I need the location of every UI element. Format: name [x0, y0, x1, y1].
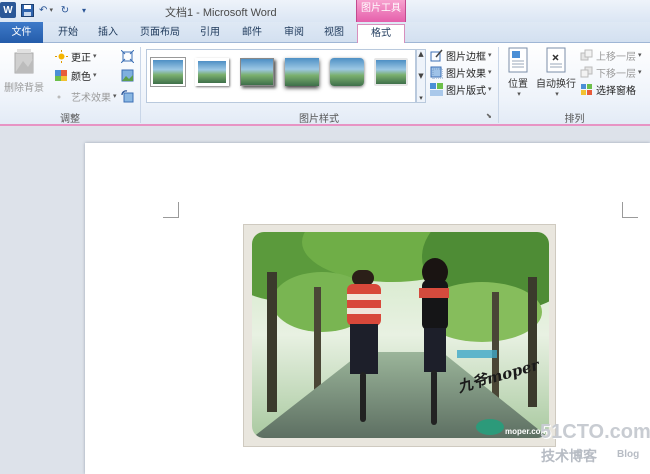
- picture-border-button[interactable]: 图片边框 ▾: [430, 47, 492, 63]
- word-app-icon[interactable]: W: [0, 2, 16, 18]
- tab-page-layout[interactable]: 页面布局: [136, 24, 184, 43]
- picture-tools-header: 图片工具: [356, 0, 406, 22]
- picture-border-label: 图片边框: [446, 51, 486, 63]
- scroll-up-icon[interactable]: ▲: [418, 50, 423, 58]
- picture-effects-button[interactable]: 图片效果 ▾: [430, 64, 492, 80]
- picture-effects-icon: [430, 66, 444, 79]
- chevron-down-icon: ▾: [93, 71, 97, 79]
- style-thumb-bevel[interactable]: [374, 58, 408, 86]
- window-title: 文档1 - Microsoft Word: [165, 7, 277, 19]
- tab-format[interactable]: 格式: [357, 24, 405, 44]
- tab-insert[interactable]: 插入: [92, 24, 124, 43]
- style-thumb-soft-shadow[interactable]: [285, 58, 319, 86]
- remove-background-button[interactable]: 删除背景: [2, 47, 46, 94]
- couple-cycling-photo: [252, 232, 549, 438]
- quick-access-toolbar: W ↶ ▾ ↻ ▾: [0, 1, 95, 19]
- picture-styles-gallery[interactable]: [146, 49, 416, 103]
- sun-icon: [55, 49, 68, 63]
- reset-picture-icon: [121, 89, 134, 103]
- wrap-text-icon: [545, 47, 567, 73]
- style-thumb-drop-shadow[interactable]: [240, 58, 274, 86]
- bring-forward-icon: [580, 49, 593, 62]
- style-thumb-white-frame[interactable]: [195, 58, 229, 86]
- selection-pane-button[interactable]: 选择窗格: [580, 81, 636, 97]
- send-backward-icon: [580, 66, 593, 79]
- chevron-down-icon: ▾: [488, 85, 492, 93]
- margin-corner-top-right: [622, 202, 638, 218]
- chevron-down-icon: ▾: [93, 52, 97, 60]
- change-picture-button[interactable]: [121, 67, 137, 83]
- picture-layout-label: 图片版式: [446, 85, 486, 97]
- artistic-effects-label: 艺术效果: [71, 92, 111, 104]
- position-button[interactable]: 位置 ▾: [503, 47, 533, 98]
- compress-icon: [120, 49, 135, 63]
- watermark-tech-blog: 技术博客: [541, 449, 597, 465]
- chevron-down-icon: ▾: [517, 90, 521, 98]
- gallery-more-icon[interactable]: ▾: [419, 94, 423, 102]
- tab-file[interactable]: 文件: [0, 22, 43, 43]
- color-label: 颜色: [71, 71, 91, 83]
- chevron-down-icon: ▾: [555, 90, 559, 98]
- dialog-launcher-icon[interactable]: ⬊: [486, 112, 492, 120]
- position-label: 位置: [508, 79, 528, 90]
- customize-qat-icon[interactable]: ▾: [76, 2, 92, 18]
- tab-view[interactable]: 视图: [318, 24, 350, 43]
- tab-home[interactable]: 开始: [52, 24, 84, 43]
- selection-pane-label: 选择窗格: [596, 85, 636, 97]
- style-thumb-simple-frame[interactable]: [151, 58, 185, 86]
- chevron-down-icon: ▾: [638, 51, 642, 59]
- wrap-text-label: 自动换行: [536, 79, 576, 90]
- bring-forward-label: 上移一层: [596, 51, 636, 63]
- color-button[interactable]: 颜色 ▾: [55, 67, 97, 83]
- chevron-down-icon: ▾: [488, 51, 492, 59]
- corrections-button[interactable]: 更正 ▾: [55, 48, 97, 64]
- chevron-down-icon: ▾: [638, 68, 642, 76]
- gallery-scroll[interactable]: ▲ ▼ ▾: [416, 49, 426, 103]
- compress-pictures-button[interactable]: [120, 48, 137, 64]
- send-backward-label: 下移一层: [596, 68, 636, 80]
- picture-layout-icon: [430, 82, 443, 96]
- arrange-group-label: 排列: [564, 114, 585, 125]
- redo-icon[interactable]: ↻: [57, 2, 73, 18]
- chevron-down-icon: ▾: [113, 92, 117, 100]
- undo-icon[interactable]: ↶ ▾: [38, 2, 54, 18]
- tab-references[interactable]: 引用: [194, 24, 226, 43]
- style-thumb-rounded[interactable]: [330, 58, 364, 86]
- tab-review[interactable]: 审阅: [278, 24, 310, 43]
- selection-pane-icon: [580, 83, 593, 96]
- scroll-down-icon[interactable]: ▼: [418, 72, 423, 80]
- corrections-label: 更正: [71, 52, 91, 64]
- wrap-text-button[interactable]: 自动换行 ▾: [536, 47, 576, 98]
- ribbon: 删除背景 更正 ▾ 颜色 ▾ 艺术效果 ▾ 调整 ▲ ▼ ▾ 图片边框 ▾ 图片…: [0, 43, 650, 126]
- inserted-picture[interactable]: [252, 232, 549, 438]
- send-backward-button[interactable]: 下移一层 ▾: [580, 64, 642, 80]
- position-icon: [507, 47, 529, 73]
- picture-layout-button[interactable]: 图片版式 ▾: [430, 81, 492, 97]
- word-logo-icon: W: [0, 2, 16, 18]
- title-bar: W ↶ ▾ ↻ ▾ 文档1 - Microsoft Word 图片工具: [0, 0, 650, 22]
- margin-corner-top-left: [163, 202, 179, 218]
- bring-forward-button[interactable]: 上移一层 ▾: [580, 47, 642, 63]
- watermark-blog: Blog: [617, 449, 640, 460]
- artistic-effects-button[interactable]: 艺术效果 ▾: [55, 88, 117, 104]
- pencil-border-icon: [430, 49, 443, 62]
- reset-picture-button[interactable]: [121, 88, 137, 104]
- tab-mailings[interactable]: 邮件: [236, 24, 268, 43]
- artistic-effects-icon: [55, 90, 68, 103]
- picture-effects-label: 图片效果: [446, 68, 486, 80]
- remove-background-icon: [11, 47, 37, 77]
- remove-background-label: 删除背景: [4, 83, 44, 94]
- color-palette-icon: [55, 69, 68, 82]
- change-picture-icon: [121, 69, 134, 82]
- chevron-down-icon: ▾: [488, 68, 492, 76]
- adjust-group-label: 调整: [60, 114, 80, 125]
- picture-styles-group-label: 图片样式: [299, 114, 339, 125]
- save-icon[interactable]: [19, 2, 35, 18]
- ribbon-tab-row: 文件 开始 插入 页面布局 引用 邮件 审阅 视图 格式: [0, 22, 650, 44]
- watermark-51cto: 51CTO.com: [540, 421, 650, 443]
